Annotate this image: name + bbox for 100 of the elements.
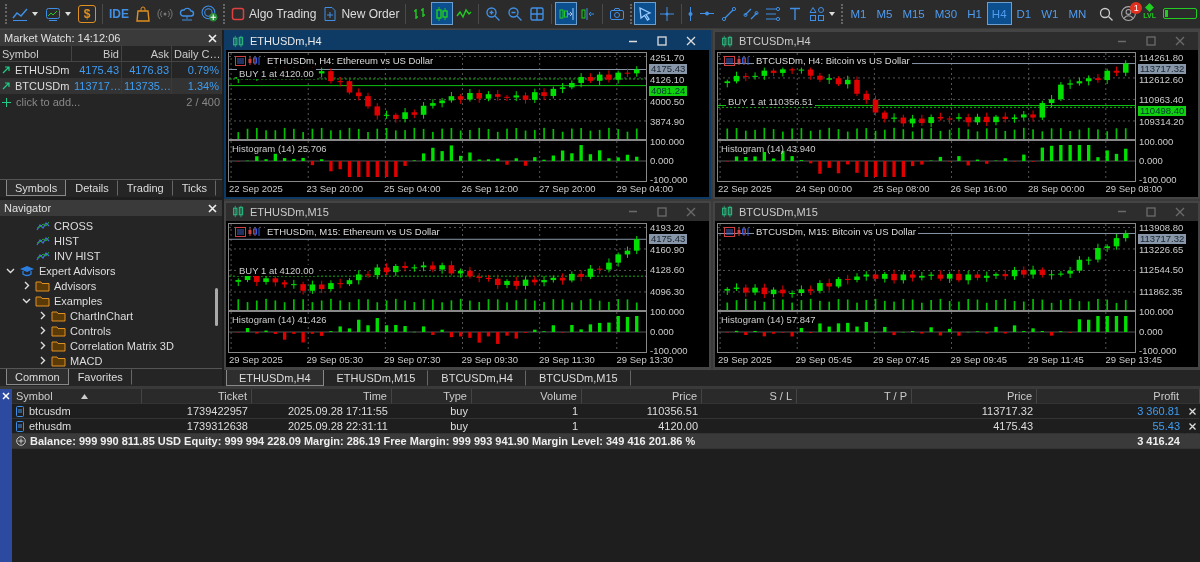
- algo-trading-button[interactable]: Algo Trading: [227, 2, 320, 25]
- account-summary: Balance: 999 990 811.85 USD Equity: 999 994 228.09 Margin: 286.19 Free Margin: 999 993 941.90 Margin Level: 349 416 201.86 %: [30, 433, 697, 449]
- time-label: 29 Sep 07:45: [873, 353, 930, 365]
- price-tick: 4160.90: [650, 245, 685, 255]
- price-tag: 113717.32: [1138, 63, 1187, 74]
- time-label: 29 Sep 09:30: [461, 353, 519, 365]
- panel-tab[interactable]: Favorites: [68, 369, 132, 385]
- ask-cell: 113735…: [122, 78, 172, 94]
- indicator-tick: -100.000: [650, 175, 688, 186]
- time-label: 29 Sep 2025: [229, 353, 283, 365]
- price-cell: 113717.32: [912, 404, 1037, 419]
- column-header[interactable]: Symbol: [12, 389, 142, 404]
- timeframe-button[interactable]: M1: [845, 2, 872, 25]
- timeframe-button[interactable]: MN: [1063, 2, 1092, 25]
- price-tick: 113226.65: [1139, 245, 1184, 255]
- chart-header: BTCUSDm, M15: Bitcoin vs US Dollar: [754, 225, 918, 237]
- panel-title: Navigator: [4, 202, 53, 214]
- column-header[interactable]: Ask: [122, 46, 172, 62]
- indicator-tick: -100.000: [1139, 345, 1177, 356]
- indicator-tick: -100.000: [1139, 175, 1177, 186]
- tree-item[interactable]: CROSS: [54, 219, 94, 232]
- indicator-tick: -100.000: [650, 345, 688, 356]
- column-header[interactable]: Volume: [472, 389, 582, 404]
- column-header[interactable]: Bid: [72, 46, 122, 62]
- symbol-cell: btcusdm: [29, 403, 71, 419]
- column-header[interactable]: Type: [392, 389, 472, 404]
- column-header[interactable]: Price: [582, 389, 702, 404]
- price-chart[interactable]: ETHUSDm, M15: Ethereum vs US Dollar BUY 1 at 4120.00: [228, 222, 647, 311]
- add-symbol-field[interactable]: click to add...: [0, 94, 122, 110]
- panel-tab[interactable]: Symbols: [6, 180, 67, 196]
- column-header[interactable]: Time: [252, 389, 392, 404]
- indicator-label: Histogram (14) 25.706: [232, 143, 327, 154]
- chart-title: ETHUSDm,M15: [250, 205, 330, 218]
- price-chart[interactable]: BTCUSDm, M15: Bitcoin vs US Dollar: [717, 222, 1136, 311]
- symbol-cell: ethusdm: [29, 418, 72, 434]
- column-header[interactable]: Daily C…: [172, 46, 222, 62]
- profit-cell: 3 360.81: [1037, 404, 1184, 419]
- type-cell: buy: [392, 404, 472, 419]
- tree-item[interactable]: Examples: [54, 294, 103, 307]
- indicator-tick: 0.000: [650, 156, 674, 166]
- notification-badge: 1: [1130, 2, 1143, 14]
- timeframe-button[interactable]: H1: [962, 2, 987, 25]
- price-tag: 113717.32: [1138, 234, 1187, 244]
- symbol-cell[interactable]: ETHUSDm: [0, 62, 72, 78]
- panel-tab[interactable]: Ticks: [172, 180, 216, 196]
- column-header[interactable]: S / L: [702, 389, 797, 404]
- panel-tab[interactable]: Common: [6, 369, 69, 385]
- tree-item[interactable]: Correlation Matrix 3D: [70, 339, 174, 352]
- deposit-button[interactable]: $: [75, 2, 99, 25]
- price-tag: 110498.40: [1138, 105, 1187, 116]
- price-tick: 111862.35: [1139, 287, 1183, 297]
- timeframe-button[interactable]: M5: [871, 2, 898, 25]
- panel-tab[interactable]: Trading: [117, 180, 173, 196]
- tree-item[interactable]: Expert Advisors: [39, 264, 116, 277]
- tree-item[interactable]: MACD: [70, 354, 103, 367]
- column-header[interactable]: Ticket: [142, 389, 252, 404]
- order-label: BUY 1 at 110356.51: [726, 96, 815, 108]
- time-label: 26 Sep 16:00: [950, 183, 1008, 194]
- new-order-button[interactable]: New Order: [319, 2, 403, 25]
- tree-item[interactable]: HIST: [54, 234, 80, 247]
- symbol-cell[interactable]: BTCUSDm: [0, 78, 72, 94]
- panel-tab[interactable]: Details: [66, 180, 118, 196]
- price-tick: 4000.50: [650, 96, 685, 107]
- indicator-tick: 100.000: [1139, 136, 1174, 147]
- indicator-tick: 0.000: [1139, 156, 1163, 166]
- time-label: 29 Sep 11:45: [1028, 353, 1084, 365]
- column-header[interactable]: Price: [912, 389, 1037, 404]
- indicator-tick: 100.000: [650, 307, 685, 318]
- account-button[interactable]: 1: [1117, 2, 1141, 25]
- time-label: 29 Sep 05:30: [306, 353, 364, 365]
- column-header[interactable]: Symbol: [0, 46, 72, 62]
- indicator-label: Histogram (14) 41.426: [232, 313, 327, 325]
- indicator-panel[interactable]: Histogram (14) 57.847: [717, 310, 1136, 353]
- indicator-tick: 0.000: [650, 326, 674, 337]
- indicator-label: Histogram (14) 43.940: [721, 143, 816, 154]
- timeframe-button[interactable]: M15: [897, 2, 930, 25]
- price-chart[interactable]: BTCUSDm, H4: Bitcoin vs US Dollar BUY 1 at 110356.51: [717, 52, 1136, 140]
- tree-item[interactable]: Controls: [70, 324, 111, 337]
- timeframe-button[interactable]: D1: [1011, 2, 1037, 25]
- chart-title: BTCUSDm,H4: [739, 35, 812, 47]
- column-header[interactable]: Profit: [1037, 389, 1200, 404]
- indicator-panel[interactable]: Histogram (14) 25.706: [228, 140, 647, 182]
- timeframe-button[interactable]: M30: [929, 2, 963, 25]
- tree-item[interactable]: INV HIST: [54, 249, 101, 262]
- tree-item[interactable]: Advisors: [54, 279, 97, 292]
- timeframe-button[interactable]: W1: [1036, 2, 1064, 25]
- time-label: 29 Sep 13:30: [616, 353, 674, 365]
- symbol-count: 2 / 400: [185, 95, 221, 110]
- column-header[interactable]: T / P: [797, 389, 912, 404]
- tree-item[interactable]: ChartInChart: [70, 309, 133, 322]
- chart-tab[interactable]: ETHUSDm,H4: [226, 370, 324, 386]
- chart-header: ETHUSDm, H4: Ethereum vs US Dollar: [265, 55, 436, 66]
- indicator-panel[interactable]: Histogram (14) 43.940: [717, 140, 1136, 182]
- price-tag: 4081.24: [649, 85, 688, 96]
- price-chart[interactable]: ETHUSDm, H4: Ethereum vs US Dollar BUY 1 at 4120.00: [228, 52, 647, 140]
- ide-button[interactable]: IDE: [106, 2, 132, 25]
- time-label: 29 Sep 04:00: [616, 183, 674, 194]
- indicator-tick: 100.000: [650, 136, 685, 147]
- indicator-panel[interactable]: Histogram (14) 41.426: [228, 310, 647, 353]
- time-label: 29 Sep 05:45: [795, 353, 853, 365]
